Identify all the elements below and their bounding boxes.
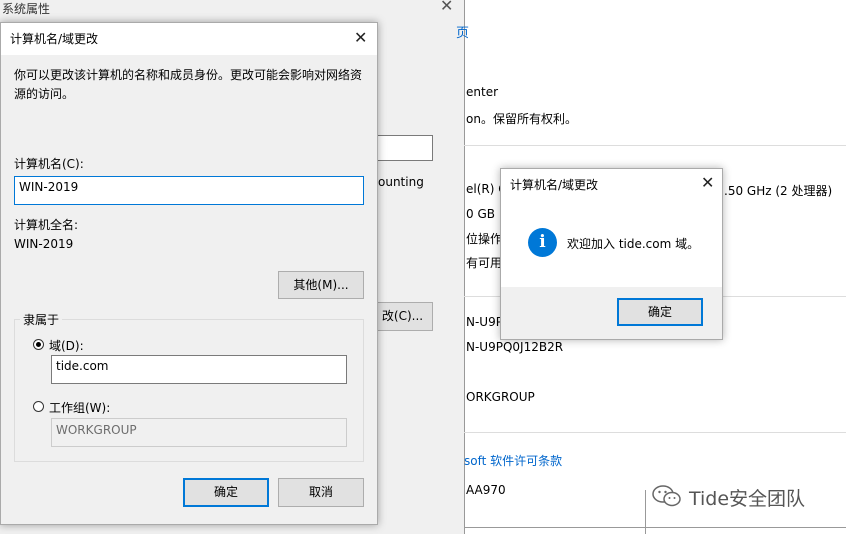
welcome-ok-button[interactable]: 确定 — [617, 298, 703, 326]
full-name-value: WIN-2019 — [14, 237, 74, 251]
computer-name-input[interactable]: WIN-2019 — [14, 176, 364, 205]
ok-button-label: 确定 — [213, 485, 238, 499]
welcome-message: 欢迎加入 tide.com 域。 — [567, 237, 700, 251]
domain-radio[interactable] — [33, 339, 44, 350]
info-fragment-3: ounting — [378, 175, 424, 189]
system-properties-close-icon[interactable]: ✕ — [440, 0, 453, 14]
computer-name-label: 计算机名(C): — [14, 157, 84, 171]
info-fragment-10: ORKGROUP — [466, 390, 535, 404]
dialog-description: 你可以更改该计算机的名称和成员身份。更改可能会影响对网络资源的访问。 — [14, 68, 363, 101]
full-name-label: 计算机全名: — [14, 218, 79, 232]
background-link-fragment[interactable]: 页 — [456, 22, 469, 41]
more-button[interactable]: 其他(M)... — [278, 271, 364, 299]
cancel-button-label: 取消 — [308, 485, 333, 499]
workgroup-input: WORKGROUP — [51, 418, 347, 447]
computer-name-dialog-title: 计算机名/域更改 — [10, 32, 99, 46]
info-fragment-6: 位操作 — [466, 232, 503, 246]
system-properties-title: 系统属性 — [2, 2, 51, 16]
more-button-label: 其他(M)... — [293, 278, 349, 292]
workgroup-radio-label[interactable]: 工作组(W): — [49, 399, 110, 416]
info-icon: i — [528, 228, 557, 257]
license-terms-link[interactable]: soft 软件许可条款 — [464, 452, 562, 469]
wechat-icon — [651, 484, 683, 508]
domain-radio-label[interactable]: 域(D): — [49, 337, 84, 354]
ok-button[interactable]: 确定 — [183, 478, 269, 507]
welcome-ok-button-label: 确定 — [647, 305, 672, 319]
info-fragment-9: N-U9PQ0J12B2R — [466, 340, 564, 354]
domain-input[interactable]: tide.com — [51, 355, 347, 384]
cancel-button[interactable]: 取消 — [278, 478, 364, 507]
computer-name-dialog-close-icon[interactable]: ✕ — [354, 30, 367, 46]
welcome-dialog-close-icon[interactable]: ✕ — [701, 175, 714, 191]
change-button-label: 改(C)... — [381, 309, 424, 323]
divider-line — [464, 145, 846, 146]
welcome-dialog-title: 计算机名/域更改 — [510, 178, 599, 192]
background-input-fragment — [376, 135, 433, 161]
member-of-label: 隶属于 — [20, 311, 63, 328]
info-fragment-2: on。保留所有权利。 — [466, 112, 577, 126]
divider-line — [464, 527, 846, 528]
info-fragment-4b: .50 GHz (2 处理器) — [724, 184, 833, 198]
info-fragment-11: AA970 — [466, 483, 506, 497]
info-fragment-1: enter — [466, 85, 499, 99]
workgroup-radio[interactable] — [33, 401, 44, 412]
watermark-text: Tide安全团队 — [689, 488, 806, 510]
divider-line — [464, 432, 846, 433]
info-fragment-5: 0 GB — [466, 207, 495, 221]
